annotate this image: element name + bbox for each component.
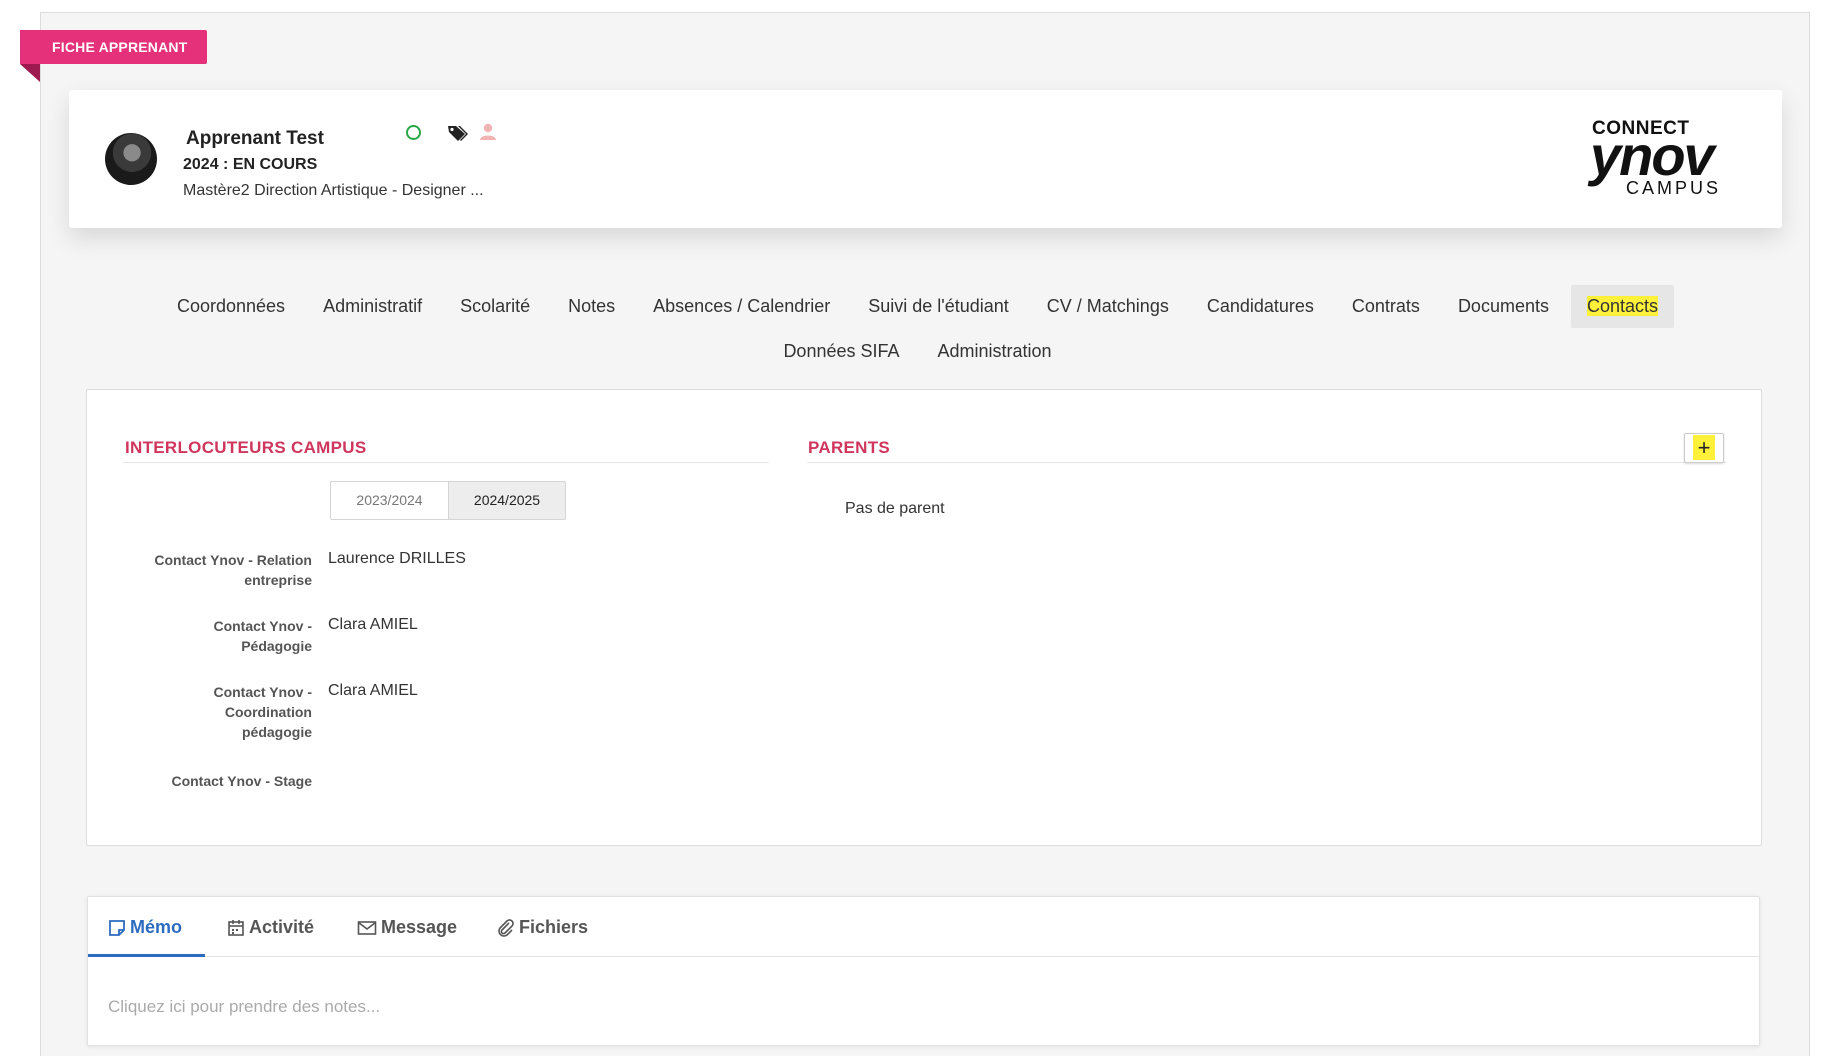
- memo-notes-input[interactable]: Cliquez ici pour prendre des notes...: [108, 997, 380, 1017]
- tab-memo[interactable]: Mémo: [88, 897, 205, 957]
- learner-status: 2024 : EN COURS: [183, 156, 318, 173]
- contact-label-stage: Contact Ynov - Stage: [171, 773, 312, 789]
- fiche-apprenant-ribbon: FICHE APPRENANT: [20, 30, 207, 64]
- learner-program: Mastère2 Direction Artistique - Designer…: [183, 182, 484, 199]
- tab-activite[interactable]: Activité: [227, 897, 314, 957]
- tab-cv-matchings[interactable]: CV / Matchings: [1031, 285, 1185, 328]
- learner-header-card: Apprenant Test 2024 : EN COURS Mastère2 …: [69, 90, 1782, 228]
- contact-label-coordination-pedagogie: Contact Ynov - Coordination pédagogie: [213, 684, 312, 740]
- plus-icon: +: [1692, 435, 1716, 460]
- tab-suivi-etudiant[interactable]: Suivi de l'étudiant: [852, 285, 1025, 328]
- tab-absences-calendrier[interactable]: Absences / Calendrier: [637, 285, 846, 328]
- year-2023-2024-button[interactable]: 2023/2024: [331, 482, 448, 519]
- envelope-icon: [357, 921, 377, 936]
- logo-campus-text: CAMPUS: [1626, 178, 1722, 198]
- contact-label-relation-entreprise: Contact Ynov - Relation entreprise: [154, 552, 312, 588]
- contact-label-pedagogie: Contact Ynov - Pédagogie: [213, 618, 312, 654]
- memo-panel: Mémo Activité Message Fichiers Cliquez i…: [87, 896, 1760, 1046]
- interlocuteurs-divider: [123, 462, 769, 463]
- tab-contacts-label: Contacts: [1586, 296, 1659, 316]
- tab-contrats[interactable]: Contrats: [1336, 285, 1436, 328]
- parents-divider: [807, 462, 1727, 463]
- logo-ynov-text: ynov: [1590, 124, 1715, 187]
- status-circle-icon[interactable]: [406, 125, 421, 140]
- tab-fichiers[interactable]: Fichiers: [497, 897, 588, 957]
- tab-message-label: Message: [381, 917, 458, 937]
- memo-note-icon: [109, 920, 125, 937]
- tab-activite-label: Activité: [249, 917, 315, 937]
- contacts-panel: INTERLOCUTEURS CAMPUS 2023/2024 2024/202…: [86, 389, 1762, 846]
- tab-scolarite[interactable]: Scolarité: [444, 285, 546, 328]
- memo-tabs: Mémo Activité Message Fichiers: [88, 897, 1759, 957]
- learner-name: Apprenant Test: [186, 128, 324, 149]
- contact-value-pedagogie: Clara AMIEL: [328, 616, 418, 633]
- year-toggle: 2023/2024 2024/2025: [330, 481, 566, 520]
- avatar[interactable]: [105, 133, 157, 185]
- nav-tabs-row-1: Coordonnées Administratif Scolarité Notes Ab…: [0, 285, 1835, 328]
- tab-contacts[interactable]: Contacts: [1570, 285, 1675, 328]
- tab-documents[interactable]: Documents: [1442, 285, 1565, 328]
- tags-icon[interactable]: [447, 124, 469, 142]
- tab-memo-label: Mémo: [130, 917, 183, 937]
- year-2024-2025-button[interactable]: 2024/2025: [448, 482, 565, 519]
- nav-tabs-row-2: Données SIFA Administration: [0, 330, 1835, 373]
- add-parent-button[interactable]: +: [1684, 433, 1724, 463]
- ribbon-fold: [20, 64, 40, 82]
- paperclip-icon: [498, 919, 514, 938]
- parents-title: PARENTS: [808, 438, 891, 457]
- contact-value-relation-entreprise: Laurence DRILLES: [328, 550, 466, 567]
- connect-ynov-campus-logo: CONNECT ynov CAMPUS: [1590, 118, 1732, 200]
- tab-message[interactable]: Message: [357, 897, 457, 957]
- user-icon[interactable]: [479, 123, 497, 141]
- tab-notes[interactable]: Notes: [552, 285, 631, 328]
- calendar-icon: [228, 920, 244, 937]
- contact-value-coordination-pedagogie: Clara AMIEL: [328, 682, 418, 699]
- tab-administration[interactable]: Administration: [922, 330, 1068, 373]
- tab-fichiers-label: Fichiers: [519, 917, 589, 937]
- tab-candidatures[interactable]: Candidatures: [1191, 285, 1330, 328]
- no-parent-text: Pas de parent: [845, 500, 945, 517]
- tab-coordonnees[interactable]: Coordonnées: [161, 285, 301, 328]
- tab-administratif[interactable]: Administratif: [307, 285, 438, 328]
- interlocuteurs-title: INTERLOCUTEURS CAMPUS: [125, 438, 367, 457]
- tab-donnees-sifa[interactable]: Données SIFA: [767, 330, 915, 373]
